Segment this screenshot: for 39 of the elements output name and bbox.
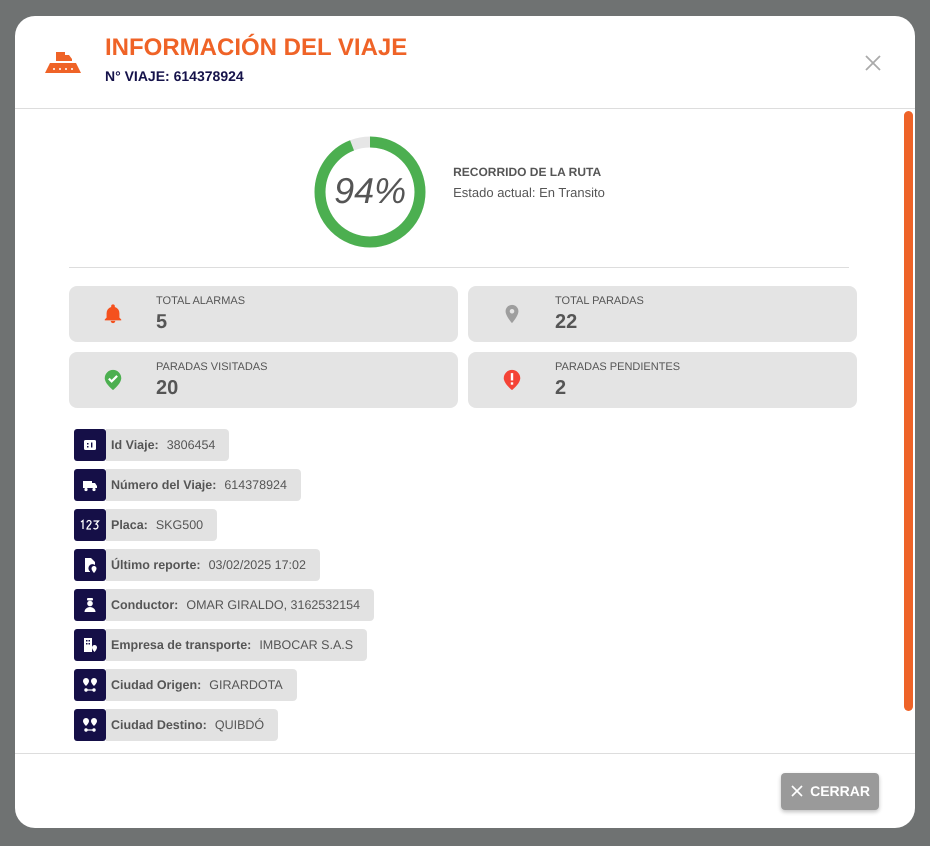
detail-label: Conductor: xyxy=(111,598,178,612)
scrollbar-thumb[interactable] xyxy=(904,111,912,711)
detail-value: SKG500 xyxy=(156,518,204,532)
detail-label: Empresa de transporte: xyxy=(111,638,252,652)
detail-value: 614378924 xyxy=(224,478,287,492)
detail-value: GIRARDOTA xyxy=(209,678,283,692)
dialog-title: INFORMACIÓN DEL VIAJE xyxy=(105,34,408,62)
detail-value: QUIBDÓ xyxy=(214,718,264,732)
detail-label: Ciudad Destino: xyxy=(111,718,207,732)
stat-label: TOTAL ALARMAS xyxy=(156,294,246,306)
detail-value: 03/02/2025 17:02 xyxy=(208,558,306,572)
progress-title: RECORRIDO DE LA RUTA xyxy=(453,164,602,178)
detail-label: Placa: xyxy=(111,518,148,532)
detail-value: IMBOCAR S.A.S xyxy=(259,638,354,652)
detail-label: Ciudad Origen: xyxy=(111,678,202,692)
stat-value: 5 xyxy=(156,310,168,334)
route-icon xyxy=(82,677,98,693)
detail-label: Último reporte: xyxy=(111,558,201,572)
trip-status: Estado actual: En Transito xyxy=(453,184,605,200)
document-pin-icon xyxy=(82,557,98,573)
close-icon xyxy=(790,784,804,798)
building-pin-icon xyxy=(82,637,98,653)
close-icon xyxy=(865,55,881,71)
stat-value: 20 xyxy=(156,376,180,400)
stat-value: 2 xyxy=(555,376,568,400)
driver-icon xyxy=(82,597,98,613)
id-card-icon xyxy=(82,437,98,453)
stat-value: 22 xyxy=(555,310,578,334)
stat-label: PARADAS PENDIENTES xyxy=(555,360,680,372)
trip-number: N° VIAJE: 614378924 xyxy=(105,68,245,84)
stat-label: TOTAL PARADAS xyxy=(555,294,644,306)
stat-label: PARADAS VISITADAS xyxy=(156,360,268,372)
close-button[interactable]: CERRAR xyxy=(781,772,879,810)
detail-value: 3806454 xyxy=(166,438,216,452)
detail-value: OMAR GIRALDO, 3162532154 xyxy=(186,598,360,612)
progress-percent: 94% xyxy=(333,170,408,212)
route-icon xyxy=(82,717,98,733)
detail-label: Número del Viaje: xyxy=(111,478,216,492)
detail-label: Id Viaje: xyxy=(111,438,159,452)
